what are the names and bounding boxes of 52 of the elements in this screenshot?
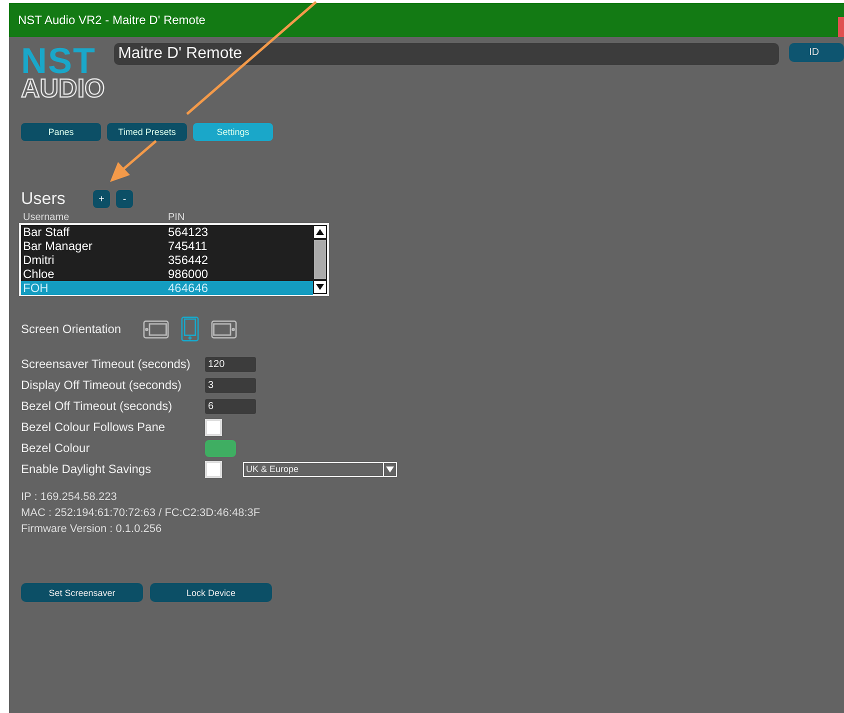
dropdown-arrow-icon[interactable] <box>383 462 396 476</box>
landscape-tablet-icon[interactable] <box>143 320 169 338</box>
user-row[interactable]: Bar Staff 564123 <box>21 225 313 239</box>
user-row[interactable]: Bar Manager 745411 <box>21 239 313 253</box>
scrollbar-thumb[interactable] <box>314 240 326 279</box>
username: Chloe <box>22 267 56 281</box>
setting-label: Screen Orientation <box>21 322 122 336</box>
username: Bar Staff <box>22 225 70 239</box>
id-button[interactable]: ID <box>789 43 844 62</box>
device-info: IP : 169.254.58.223 <box>21 490 118 505</box>
input-field[interactable]: 120 <box>205 356 256 372</box>
user-row[interactable]: Dmitri 356442 <box>21 253 313 267</box>
pin: 356442 <box>168 253 208 267</box>
username: FOH <box>22 281 50 295</box>
input-field[interactable]: 3 <box>205 378 256 392</box>
setting-label: Screensaver Timeout (seconds) <box>21 357 192 371</box>
logo-text: NST <box>21 43 96 75</box>
device-info: Firmware Version : 0.1.0.256 <box>21 522 163 537</box>
users-heading: Users <box>21 189 66 209</box>
setting-label: Bezel Colour <box>21 441 91 455</box>
remove-user-button[interactable]: - <box>116 190 133 208</box>
column-header: PIN <box>168 212 185 223</box>
logo-subtext: AUDIO <box>21 75 106 101</box>
device-info: MAC : 252:194:61:70:72:63 / FC:C2:3D:46:48:3F <box>21 506 262 521</box>
input-field[interactable]: 6 <box>205 398 256 414</box>
setting-label: Enable Daylight Savings <box>21 462 152 476</box>
scrollbar[interactable] <box>313 225 327 294</box>
column-header: Username <box>22 212 70 223</box>
username: Dmitri <box>22 253 56 267</box>
checkbox[interactable] <box>205 418 222 436</box>
pin: 464646 <box>168 281 208 295</box>
checkbox[interactable] <box>205 460 222 478</box>
scroll-up-icon[interactable] <box>314 226 326 238</box>
landscape-tablet-icon[interactable] <box>211 320 237 338</box>
pin: 564123 <box>168 225 208 239</box>
scroll-down-icon[interactable] <box>314 281 326 293</box>
setting-label: Bezel Off Timeout (seconds) <box>21 399 174 413</box>
action-button[interactable]: Lock Device <box>150 583 272 602</box>
pin: 745411 <box>168 239 208 253</box>
tab[interactable]: Panes <box>21 123 101 141</box>
setting-label: Display Off Timeout (seconds) <box>21 378 183 392</box>
region-dropdown[interactable]: UK & Europe <box>243 462 397 476</box>
add-user-button[interactable]: + <box>93 190 110 208</box>
colour-swatch[interactable] <box>205 440 236 456</box>
setting-label: Bezel Colour Follows Pane <box>21 420 166 434</box>
user-row[interactable]: Chloe 986000 <box>21 267 313 281</box>
device-name-field[interactable]: Maitre D' Remote <box>114 43 780 65</box>
pin: 986000 <box>168 267 208 281</box>
tab[interactable]: Timed Presets <box>107 123 187 141</box>
window-title: NST Audio VR2 - Maitre D' Remote <box>18 13 206 27</box>
username: Bar Manager <box>22 239 94 253</box>
action-button[interactable]: Set Screensaver <box>21 583 143 602</box>
